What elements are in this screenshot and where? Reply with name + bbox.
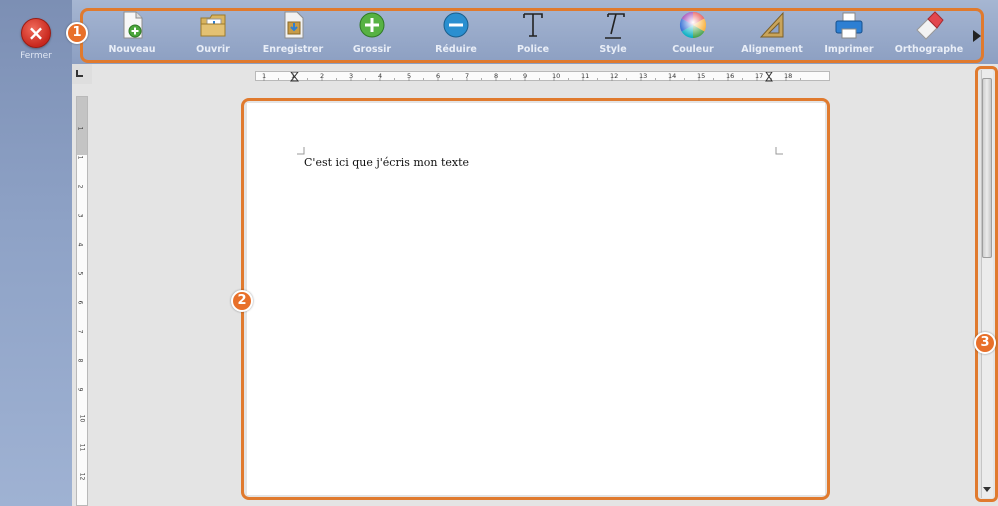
ruler-number: 13 <box>639 72 648 80</box>
scrollbar-thumb[interactable] <box>982 78 992 258</box>
ruler-number: 3 <box>76 213 84 218</box>
ruler-number: 11 <box>581 72 590 80</box>
zoom-out-label: Réduire <box>435 44 477 55</box>
ruler-number: 18 <box>784 72 793 80</box>
color-wheel-icon <box>678 10 708 40</box>
ruler-number: 11 <box>78 443 86 452</box>
alignment-button[interactable]: Alignement <box>734 10 810 60</box>
ruler-number: 3 <box>349 72 354 80</box>
save-button[interactable]: Enregistrer <box>253 10 333 60</box>
new-document-icon <box>117 10 147 40</box>
font-icon <box>518 10 548 40</box>
vertical-ruler[interactable]: 1 1 2 3 4 5 6 7 8 9 10 11 12 <box>76 96 88 506</box>
open-button[interactable]: Ouvrir <box>184 10 242 60</box>
document-text[interactable]: C'est ici que j'écris mon texte <box>304 156 469 169</box>
spellcheck-label: Orthographe <box>894 44 964 55</box>
ruler-number: 5 <box>407 72 412 80</box>
horizontal-ruler[interactable]: 1 1 2 3 4 5 6 7 8 9 10 11 12 13 14 15 16 17 18 <box>255 71 830 82</box>
save-icon <box>278 10 308 40</box>
eraser-spellcheck-icon <box>914 10 944 40</box>
color-label: Couleur <box>672 44 714 55</box>
ruler-number: 7 <box>76 329 84 334</box>
alignment-label: Alignement <box>741 44 803 55</box>
ruler-corner <box>72 64 92 84</box>
color-button[interactable]: Couleur <box>664 10 722 60</box>
margin-corner-mark <box>297 147 305 155</box>
ruler-number: 14 <box>668 72 677 80</box>
font-button[interactable]: Police <box>508 10 558 60</box>
ruler-number: 1 <box>76 126 84 131</box>
alignment-ruler-icon <box>757 10 787 40</box>
ruler-number: 6 <box>76 300 84 305</box>
save-label: Enregistrer <box>262 44 324 55</box>
open-label: Ouvrir <box>196 44 230 55</box>
ruler-number: 6 <box>436 72 441 80</box>
ruler-number: 15 <box>697 72 706 80</box>
ruler-number: 16 <box>726 72 735 80</box>
ruler-number: 2 <box>320 72 325 80</box>
ruler-number: 1 <box>291 72 296 80</box>
print-label: Imprimer <box>824 44 874 55</box>
callout-badge-page: 2 <box>231 290 253 312</box>
italic-style-icon <box>598 10 628 40</box>
ruler-number: 8 <box>494 72 499 80</box>
margin-corner-mark <box>775 147 783 155</box>
ruler-number: 5 <box>76 271 84 276</box>
style-button[interactable]: Style <box>588 10 638 60</box>
print-button[interactable]: Imprimer <box>818 10 880 60</box>
ruler-number: 12 <box>610 72 619 80</box>
close-label: Fermer <box>20 51 52 61</box>
printer-icon <box>834 10 864 40</box>
ruler-number: 4 <box>378 72 383 80</box>
spellcheck-button[interactable]: Orthographe <box>890 10 968 60</box>
ruler-number: 7 <box>465 72 470 80</box>
right-indent-marker[interactable] <box>765 72 773 82</box>
zoom-out-button[interactable]: Réduire <box>426 10 486 60</box>
new-label: Nouveau <box>108 44 156 55</box>
ruler-number: 8 <box>76 358 84 363</box>
zoom-in-plus-icon <box>357 10 387 40</box>
style-label: Style <box>599 44 627 55</box>
callout-badge-toolbar: 1 <box>66 22 88 44</box>
toolbar-items: Nouveau Ouvrir Enregistrer Grossir Rédui… <box>96 10 986 60</box>
ruler-number: 12 <box>78 472 86 481</box>
folder-open-icon <box>198 10 228 40</box>
left-sidebar <box>0 0 72 506</box>
callout-badge-scrollbar: 3 <box>974 332 996 354</box>
new-button[interactable]: Nouveau <box>100 10 164 60</box>
ruler-number: 10 <box>78 414 86 423</box>
ruler-number: 10 <box>552 72 561 80</box>
ruler-number: 9 <box>76 387 84 392</box>
scroll-down-icon[interactable] <box>983 487 991 492</box>
ruler-number: 17 <box>755 72 764 80</box>
ruler-number: 1 <box>262 72 267 80</box>
font-label: Police <box>516 44 550 55</box>
zoom-in-label: Grossir <box>352 44 392 55</box>
chevron-right-icon[interactable] <box>973 30 981 42</box>
ruler-number: 4 <box>76 242 84 247</box>
zoom-out-minus-icon <box>441 10 471 40</box>
ruler-number: 1 <box>76 155 84 160</box>
close-icon: × <box>21 18 51 48</box>
ruler-number: 9 <box>523 72 528 80</box>
close-button[interactable]: × Fermer <box>6 18 66 72</box>
zoom-in-button[interactable]: Grossir <box>342 10 402 60</box>
ruler-number: 2 <box>76 184 84 189</box>
